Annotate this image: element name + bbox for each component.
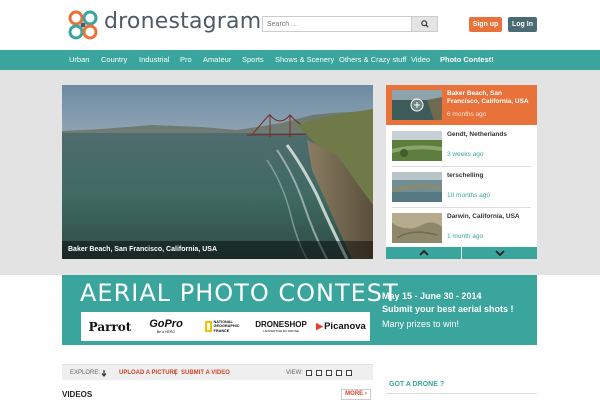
- submit-video-link[interactable]: SUBMIT A VIDEO: [181, 365, 230, 381]
- search-icon: [420, 20, 429, 28]
- contest-dates: May 15 - June 30 - 2014: [382, 291, 482, 301]
- thumbnail: [392, 172, 442, 202]
- main-nav: Urban Country Industrial Pro Amateur Spo…: [0, 50, 600, 70]
- nav-item-industrial[interactable]: Industrial: [139, 50, 169, 70]
- signup-button[interactable]: Sign up: [469, 17, 502, 32]
- nav-item-amateur[interactable]: Amateur: [203, 50, 231, 70]
- nav-item-video[interactable]: Video: [411, 50, 430, 70]
- list-item-time: 6 months ago: [447, 111, 487, 118]
- prev-button[interactable]: [386, 247, 461, 259]
- carousel-nav: [386, 247, 537, 259]
- list-item-title: Baker Beach, San Francisco, California, …: [447, 90, 529, 105]
- natgeo-line-3: FRANCE: [213, 328, 230, 333]
- chevron-up-icon: [418, 250, 429, 256]
- list-item-title: Gendt, Netherlands: [447, 131, 507, 138]
- arrow-down-icon[interactable]: [101, 370, 107, 377]
- search-input[interactable]: [263, 17, 411, 31]
- search-button[interactable]: [411, 17, 437, 31]
- nav-item-shows-scenery[interactable]: Shows & Scenery: [275, 50, 334, 70]
- mosaic-view-icon[interactable]: [346, 370, 352, 376]
- natgeo-frame-icon: [204, 321, 212, 332]
- list-item-time: 3 weeks ago: [447, 151, 484, 158]
- logo-icon[interactable]: [67, 9, 99, 41]
- next-button[interactable]: [462, 247, 537, 259]
- got-drone-panel: GOT A DRONE ?: [386, 374, 537, 394]
- thumbnail: [392, 90, 442, 120]
- sponsor-picanova: ▶ Picanova: [313, 312, 369, 341]
- hero-caption: Baker Beach, San Francisco, California, …: [62, 241, 373, 259]
- search-box: [262, 16, 438, 32]
- brand-name[interactable]: dronestagram: [104, 9, 261, 34]
- list-item-title: Darwin, California, USA: [447, 213, 520, 220]
- view-label: VIEW:: [286, 370, 303, 376]
- header: dronestagram Sign up Log In: [0, 0, 600, 50]
- chevron-down-icon: [494, 250, 505, 256]
- sponsor-gopro-tagline: Be a HERO: [156, 330, 176, 334]
- sponsor-parrot: Parrot: [88, 319, 132, 334]
- sponsor-gopro: GoPro Be a HERO: [143, 312, 189, 341]
- view-options: [306, 370, 352, 376]
- picanova-mark-icon: ▶: [316, 321, 324, 331]
- droneshop-tagline: L'EXPERTISE DU DRONE: [263, 329, 299, 333]
- list-item[interactable]: Darwin, California, USA 1 month ago: [386, 208, 537, 248]
- sponsor-logos: Parrot GoPro Be a HERO NATIONAL GEOGRAPH…: [81, 312, 370, 341]
- sponsor-gopro-name: GoPro: [149, 318, 183, 330]
- list-item-title: terschelling: [447, 172, 484, 179]
- thumbnail: [392, 213, 442, 243]
- contest-title: AERIAL PHOTO CONTEST: [80, 279, 399, 307]
- picanova-name: Picanova: [324, 321, 366, 332]
- upload-picture-link[interactable]: UPLOAD A PICTURE: [119, 365, 178, 381]
- featured-list: Baker Beach, San Francisco, California, …: [386, 85, 537, 259]
- contest-banner[interactable]: AERIAL PHOTO CONTEST Parrot GoPro Be a H…: [62, 275, 537, 345]
- list-item[interactable]: Baker Beach, San Francisco, California, …: [386, 85, 537, 125]
- thumbnail: [392, 131, 442, 161]
- grid-view-icon[interactable]: [306, 370, 312, 376]
- contest-subtitle: Submit your best aerial shots !: [382, 304, 514, 314]
- hero-photo: [62, 85, 373, 259]
- nav-item-urban[interactable]: Urban: [69, 50, 89, 70]
- got-drone-heading[interactable]: GOT A DRONE ?: [389, 381, 444, 388]
- nav-item-pro[interactable]: Pro: [180, 50, 192, 70]
- sponsor-droneshop: DRONESHOP L'EXPERTISE DU DRONE: [253, 312, 309, 341]
- explore-bar: EXPLORE: UPLOAD A PICTURE | SUBMIT A VID…: [62, 364, 373, 380]
- videos-heading: VIDEOS: [62, 390, 93, 399]
- contest-prize: Many prizes to win!: [382, 319, 460, 329]
- grid-view-small-icon[interactable]: [316, 370, 322, 376]
- nav-item-others[interactable]: Others & Crazy stuff: [339, 50, 406, 70]
- list-item-time: 10 months ago: [447, 192, 491, 199]
- grid-view-large-icon[interactable]: [326, 370, 332, 376]
- nav-item-sports[interactable]: Sports: [242, 50, 264, 70]
- separator: |: [175, 370, 177, 376]
- nav-item-country[interactable]: Country: [101, 50, 127, 70]
- list-item[interactable]: terschelling 10 months ago: [386, 167, 537, 207]
- sponsor-natgeo: NATIONAL GEOGRAPHIC FRANCE: [199, 312, 245, 341]
- droneshop-name: DRONESHOP: [255, 320, 307, 329]
- list-item[interactable]: Gendt, Netherlands 3 weeks ago: [386, 126, 537, 166]
- list-view-icon[interactable]: [336, 370, 342, 376]
- nav-item-photo-contest[interactable]: Photo Contest!: [440, 50, 494, 70]
- explore-label: EXPLORE:: [70, 370, 101, 376]
- more-button[interactable]: MORE ›: [341, 389, 371, 400]
- hero-image[interactable]: Baker Beach, San Francisco, California, …: [62, 85, 373, 259]
- login-button[interactable]: Log In: [508, 17, 537, 32]
- list-item-time: 1 month ago: [447, 233, 484, 240]
